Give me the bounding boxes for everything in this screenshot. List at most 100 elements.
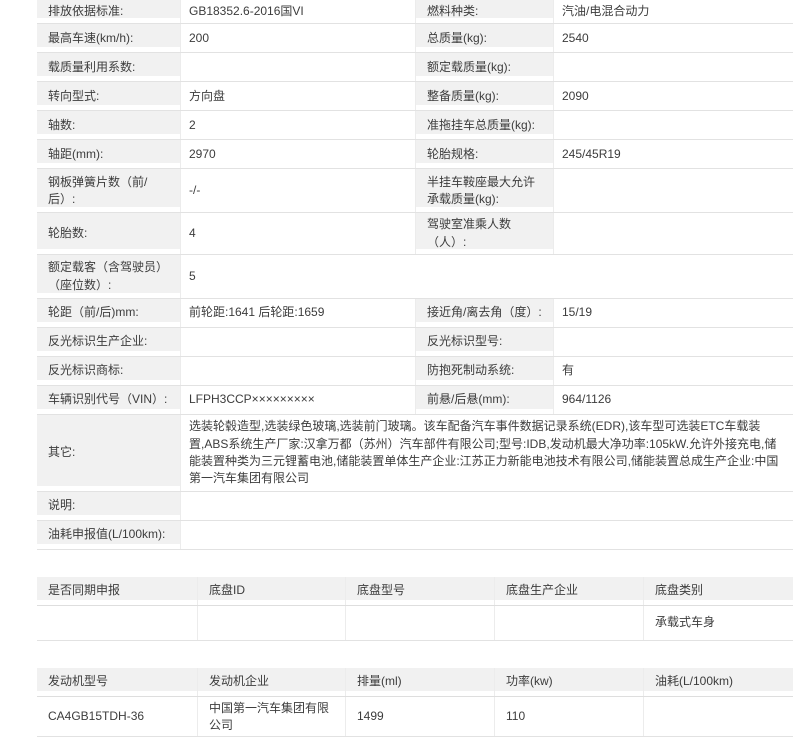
spec-label: 其它: xyxy=(37,415,180,491)
spec-value: LFPH3CCP××××××××× xyxy=(180,386,415,414)
table-row: 车辆识别代号（VIN）: LFPH3CCP××××××××× 前悬/后悬(mm)… xyxy=(37,386,793,415)
spec-value xyxy=(553,328,793,356)
spec-value xyxy=(180,357,415,385)
table-row-other: 其它: 选装轮毂造型,选装绿色玻璃,选装前门玻璃。该车配备汽车事件数据记录系统(… xyxy=(37,415,793,492)
spec-label: 准拖挂车总质量(kg): xyxy=(415,111,553,139)
table-row: 最高车速(km/h): 200 总质量(kg): 2540 xyxy=(37,24,793,53)
spec-value xyxy=(180,492,793,520)
spec-label: 反光标识商标: xyxy=(37,357,180,385)
spec-value xyxy=(553,111,793,139)
column-header: 发动机企业 xyxy=(197,668,345,696)
table-row: 说明: xyxy=(37,492,793,521)
table-row: 转向型式: 方向盘 整备质量(kg): 2090 xyxy=(37,82,793,111)
spec-value: GB18352.6-2016国VI xyxy=(180,0,415,23)
table-row: 轮胎数: 4 驾驶室准乘人数（人）: xyxy=(37,213,793,255)
spec-value: 2090 xyxy=(553,82,793,110)
spec-value xyxy=(553,53,793,81)
spec-label: 轴数: xyxy=(37,111,180,139)
table-row: 载质量利用系数: 额定载质量(kg): xyxy=(37,53,793,82)
spec-table: 排放依据标准: GB18352.6-2016国VI 燃料种类: 汽油/电混合动力… xyxy=(37,0,793,550)
spec-label: 防抱死制动系统: xyxy=(415,357,553,385)
spec-label: 整备质量(kg): xyxy=(415,82,553,110)
table-cell xyxy=(494,606,643,640)
column-header: 功率(kw) xyxy=(494,668,643,696)
table-row: 轴数: 2 准拖挂车总质量(kg): xyxy=(37,111,793,140)
table-row: 反光标识生产企业: 反光标识型号: xyxy=(37,328,793,357)
engine-table: 发动机型号 发动机企业 排量(ml) 功率(kw) 油耗(L/100km) CA… xyxy=(37,668,793,737)
spec-value xyxy=(180,53,415,81)
table-row: 额定载客（含驾驶员）（座位数）: 5 xyxy=(37,255,793,299)
table-cell xyxy=(197,606,345,640)
spec-value xyxy=(553,169,793,212)
spec-label: 说明: xyxy=(37,492,180,520)
column-header: 底盘生产企业 xyxy=(494,577,643,605)
table-cell: 承载式车身 xyxy=(643,606,793,640)
column-header: 排量(ml) xyxy=(345,668,494,696)
spec-label: 半挂车鞍座最大允许承载质量(kg): xyxy=(415,169,553,212)
spec-label: 排放依据标准: xyxy=(37,0,180,23)
spec-label: 转向型式: xyxy=(37,82,180,110)
chassis-header-row: 是否同期申报 底盘ID 底盘型号 底盘生产企业 底盘类别 xyxy=(37,577,793,606)
spec-label: 反光标识型号: xyxy=(415,328,553,356)
spec-label: 总质量(kg): xyxy=(415,24,553,52)
spec-value: -/- xyxy=(180,169,415,212)
spec-value: 4 xyxy=(180,213,415,254)
spec-label: 轮胎数: xyxy=(37,213,180,254)
column-header: 发动机型号 xyxy=(37,668,197,696)
table-row: 排放依据标准: GB18352.6-2016国VI 燃料种类: 汽油/电混合动力 xyxy=(37,0,793,24)
spec-label: 反光标识生产企业: xyxy=(37,328,180,356)
spec-label: 钢板弹簧片数（前/后）: xyxy=(37,169,180,212)
spec-value: 有 xyxy=(553,357,793,385)
spec-value: 汽油/电混合动力 xyxy=(553,0,793,23)
engine-header-row: 发动机型号 发动机企业 排量(ml) 功率(kw) 油耗(L/100km) xyxy=(37,668,793,697)
spec-label: 轮距（前/后)mm: xyxy=(37,299,180,327)
spec-value: 2 xyxy=(180,111,415,139)
spec-value: 200 xyxy=(180,24,415,52)
spec-label: 额定载质量(kg): xyxy=(415,53,553,81)
section-gap xyxy=(37,641,800,668)
spec-value: 2970 xyxy=(180,140,415,168)
spec-value: 2540 xyxy=(553,24,793,52)
spec-label: 额定载客（含驾驶员）（座位数）: xyxy=(37,255,180,298)
table-cell xyxy=(643,697,793,737)
spec-value: 前轮距:1641 后轮距:1659 xyxy=(180,299,415,327)
spec-value-other-text: 选装轮毂造型,选装绿色玻璃,选装前门玻璃。该车配备汽车事件数据记录系统(EDR)… xyxy=(180,415,793,491)
spec-value: 964/1126 xyxy=(553,386,793,414)
spec-value: 5 xyxy=(180,255,793,298)
table-row: 钢板弹簧片数（前/后）: -/- 半挂车鞍座最大允许承载质量(kg): xyxy=(37,169,793,213)
table-row: 轴距(mm): 2970 轮胎规格: 245/45R19 xyxy=(37,140,793,169)
spec-label: 车辆识别代号（VIN）: xyxy=(37,386,180,414)
table-row: 轮距（前/后)mm: 前轮距:1641 后轮距:1659 接近角/离去角（度）:… xyxy=(37,299,793,328)
spec-value: 方向盘 xyxy=(180,82,415,110)
table-cell xyxy=(37,606,197,640)
spec-value xyxy=(180,521,793,549)
table-cell: 1499 xyxy=(345,697,494,737)
spec-label: 轴距(mm): xyxy=(37,140,180,168)
chassis-table: 是否同期申报 底盘ID 底盘型号 底盘生产企业 底盘类别 承载式车身 xyxy=(37,577,793,641)
spec-label: 接近角/离去角（度）: xyxy=(415,299,553,327)
spec-label: 油耗申报值(L/100km): xyxy=(37,521,180,549)
column-header: 油耗(L/100km) xyxy=(643,668,793,696)
chassis-data-row: 承载式车身 xyxy=(37,606,793,641)
spec-value: 245/45R19 xyxy=(553,140,793,168)
spec-value: 15/19 xyxy=(553,299,793,327)
spec-label: 燃料种类: xyxy=(415,0,553,23)
spec-label: 最高车速(km/h): xyxy=(37,24,180,52)
table-cell: 中国第一汽车集团有限公司 xyxy=(197,697,345,737)
page: 排放依据标准: GB18352.6-2016国VI 燃料种类: 汽油/电混合动力… xyxy=(0,0,800,737)
spec-label: 载质量利用系数: xyxy=(37,53,180,81)
engine-data-row: CA4GB15TDH-36 中国第一汽车集团有限公司 1499 110 xyxy=(37,697,793,737)
column-header: 底盘类别 xyxy=(643,577,793,605)
table-cell xyxy=(345,606,494,640)
section-gap xyxy=(37,550,800,577)
column-header: 底盘ID xyxy=(197,577,345,605)
spec-value xyxy=(553,213,793,254)
table-row: 反光标识商标: 防抱死制动系统: 有 xyxy=(37,357,793,386)
spec-label: 前悬/后悬(mm): xyxy=(415,386,553,414)
spec-value xyxy=(180,328,415,356)
spec-label: 驾驶室准乘人数（人）: xyxy=(415,213,553,254)
spec-label: 轮胎规格: xyxy=(415,140,553,168)
column-header: 是否同期申报 xyxy=(37,577,197,605)
table-row: 油耗申报值(L/100km): xyxy=(37,521,793,550)
table-cell: CA4GB15TDH-36 xyxy=(37,697,197,737)
